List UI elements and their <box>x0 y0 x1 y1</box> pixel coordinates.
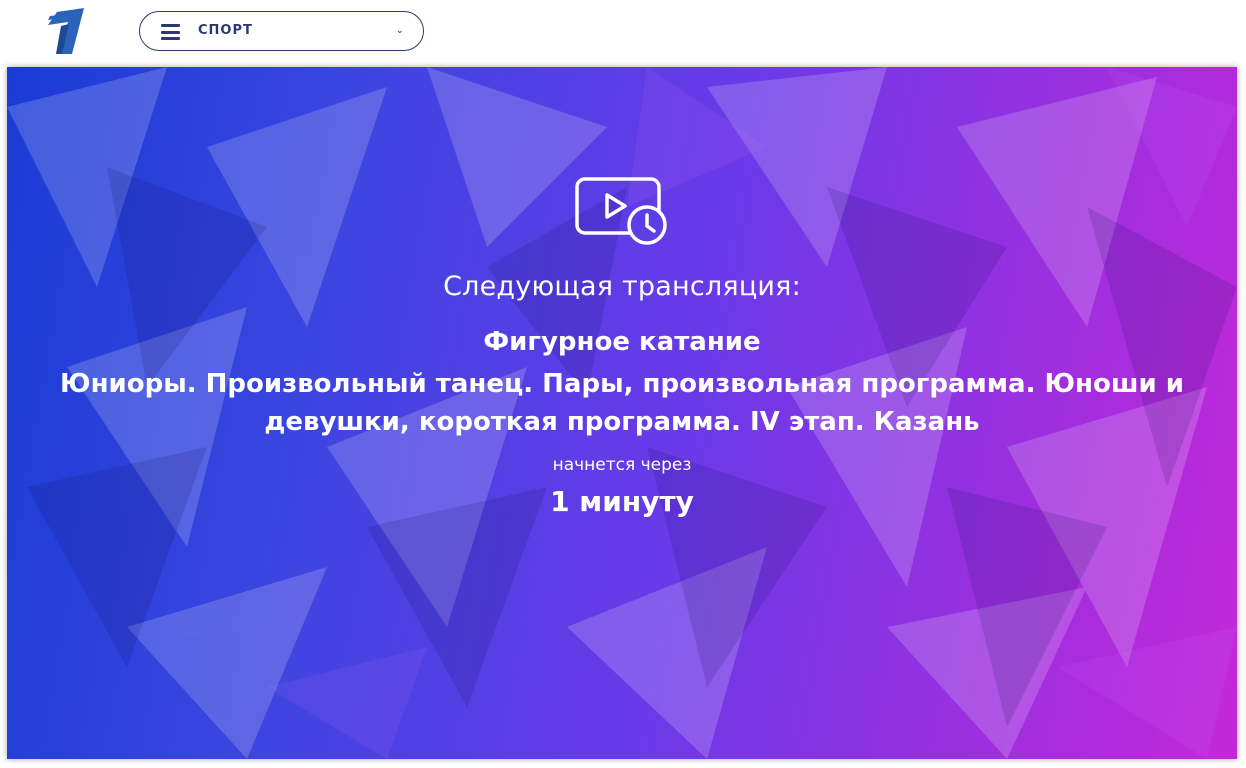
next-broadcast-label: Следующая трансляция: <box>443 271 801 302</box>
chevron-down-icon: ⌄ <box>395 25 404 36</box>
event-title: Фигурное катание <box>483 327 761 357</box>
burger-menu-icon <box>161 24 180 40</box>
starts-in-label: начнется через <box>552 455 692 475</box>
section-menu-label: СПОРТ <box>198 23 253 38</box>
broadcast-banner: Следующая трансляция: Фигурное катание Ю… <box>7 67 1237 759</box>
countdown-value: 1 минуту <box>550 485 694 518</box>
event-description: Юниоры. Произвольный танец. Пары, произв… <box>60 369 1184 437</box>
channel-one-logo[interactable] <box>44 6 86 56</box>
video-clock-icon <box>575 177 667 245</box>
section-menu-button[interactable]: СПОРТ ⌄ <box>139 11 424 51</box>
top-bar: СПОРТ ⌄ <box>0 0 1246 62</box>
broadcast-info: Следующая трансляция: Фигурное катание Ю… <box>7 67 1237 759</box>
